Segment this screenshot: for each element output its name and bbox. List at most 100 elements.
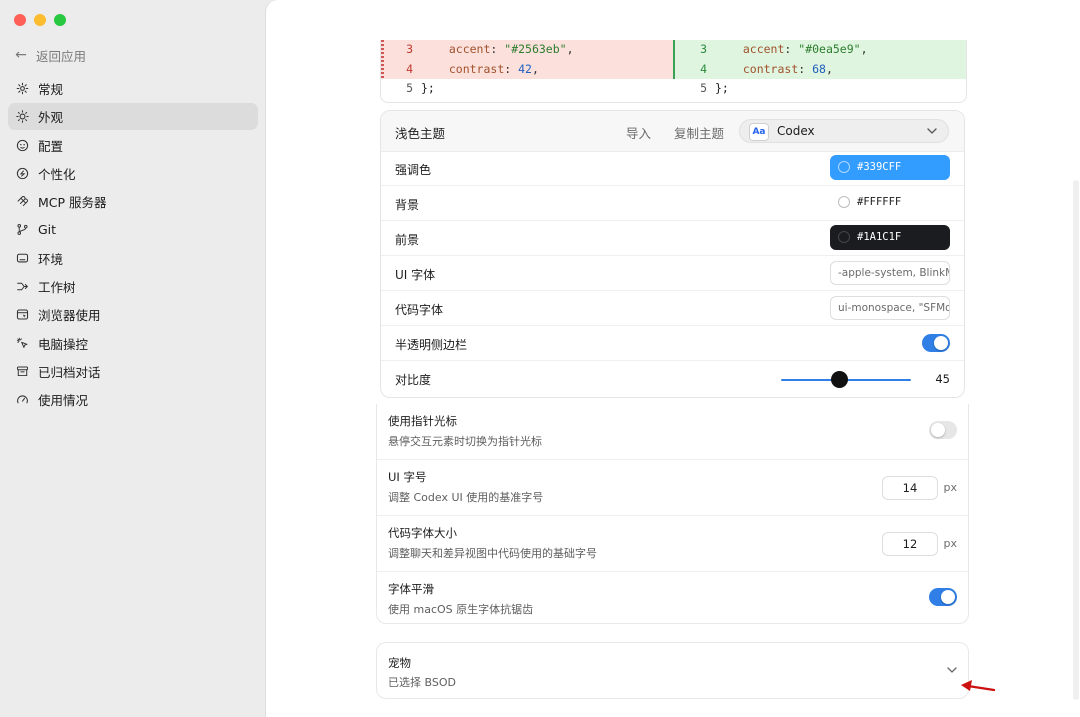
accent-row: 强调色 #339CFF <box>381 151 964 186</box>
ui-size-title: UI 字号 <box>388 470 427 484</box>
accent-value: #339CFF <box>857 161 902 173</box>
sidebar-item-config[interactable]: 配置 <box>8 132 258 159</box>
translucent-sidebar-toggle[interactable] <box>922 334 950 352</box>
chevron-down-icon[interactable] <box>946 664 958 676</box>
accent-color-picker[interactable]: #339CFF <box>830 155 950 180</box>
foreground-label: 前景 <box>395 233 420 247</box>
sidebar-item-label: 环境 <box>38 251 64 267</box>
code-punct: , <box>860 42 868 56</box>
color-swatch <box>838 196 850 208</box>
code-font-label: 代码字体 <box>395 303 444 317</box>
pointer-icon <box>16 337 28 348</box>
chevron-down-icon <box>927 128 937 134</box>
color-swatch <box>838 231 850 243</box>
contrast-slider-thumb[interactable] <box>831 371 848 388</box>
toggle-knob <box>931 423 945 437</box>
line-number: 4 <box>406 61 413 76</box>
sidebar-item-usage[interactable]: 使用情况 <box>8 386 258 413</box>
background-value: #FFFFFF <box>857 196 902 208</box>
sidebar-item-worktree[interactable]: 工作树 <box>8 273 258 300</box>
zoom-window-button[interactable] <box>54 14 66 26</box>
diff-line: 4 contrast: 68, <box>675 59 966 80</box>
sidebar-item-appearance[interactable]: 外观 <box>8 103 258 131</box>
diff-line: 4 contrast: 42, <box>381 59 673 79</box>
foreground-row: 前景 #1A1C1F <box>381 221 964 256</box>
background-row: 背景 #FFFFFF <box>381 186 964 221</box>
sidebar-item-label: 电脑操控 <box>38 336 89 352</box>
code-size-desc: 调整聊天和差异视图中代码使用的基础字号 <box>388 547 597 560</box>
code-font-input[interactable]: ui-monospace, "SFMono-Regular" <box>830 296 950 320</box>
sidebar-item-computer-control[interactable]: 电脑操控 <box>8 330 258 357</box>
sidebar-item-label: 常规 <box>38 82 64 97</box>
diff-line: 5 }; <box>675 79 966 99</box>
theme-badge: Aa <box>749 123 769 141</box>
sidebar-item-label: 使用情况 <box>38 393 89 409</box>
code-value: "#2563eb" <box>504 42 567 56</box>
back-label: 返回应用 <box>36 48 87 64</box>
sidebar-item-label: 已归档对话 <box>38 364 101 380</box>
pointer-cursor-toggle[interactable] <box>929 421 957 439</box>
translucent-sidebar-row: 半透明侧边栏 <box>381 326 964 361</box>
theme-header: 浅色主题 导入 复制主题 Aa Codex <box>381 111 964 152</box>
pointer-cursor-row: 使用指针光标 悬停交互元素时切换为指针光标 <box>377 404 968 460</box>
sidebar-item-personalize[interactable]: 个性化 <box>8 160 258 187</box>
smoothing-desc: 使用 macOS 原生字体抗锯齿 <box>388 603 534 616</box>
sidebar-item-general[interactable]: 常规 <box>8 75 258 102</box>
sidebar-item-mcp[interactable]: MCP 服务器 <box>8 188 258 215</box>
gear-icon <box>16 82 29 95</box>
diff-line: 5 }; <box>381 79 673 99</box>
browser-icon <box>16 309 29 320</box>
pet-setting-card[interactable]: 宠物 已选择 BSOD <box>376 642 969 699</box>
contrast-label: 对比度 <box>395 373 432 387</box>
code-font-row: 代码字体 ui-monospace, "SFMono-Regular" <box>381 291 964 326</box>
import-button[interactable]: 导入 <box>626 123 651 142</box>
code-punct: : <box>504 61 519 76</box>
window-controls <box>14 14 66 26</box>
line-number: 3 <box>700 42 707 56</box>
git-branch-icon <box>17 224 28 236</box>
font-smoothing-row: 字体平滑 使用 macOS 原生字体抗锯齿 <box>377 572 968 624</box>
ui-font-size-input[interactable]: 14 <box>882 476 938 500</box>
sidebar-item-browser[interactable]: 浏览器使用 <box>8 301 258 328</box>
code-punct: , <box>825 61 833 76</box>
theme-select[interactable]: Aa Codex <box>739 119 949 143</box>
foreground-value: #1A1C1F <box>857 231 902 243</box>
foreground-color-picker[interactable]: #1A1C1F <box>830 225 950 250</box>
code-text: accent: "#0ea5e9", <box>715 40 868 60</box>
copy-theme-button[interactable]: 复制主题 <box>674 123 724 142</box>
color-swatch <box>838 161 850 173</box>
sidebar-item-environment[interactable]: 环境 <box>8 245 258 272</box>
sidebar-item-archived[interactable]: 已归档对话 <box>8 358 258 385</box>
line-number: 3 <box>406 42 413 56</box>
code-text: contrast: 68, <box>715 60 833 80</box>
diff-line: 3 accent: "#2563eb", <box>381 40 673 60</box>
ui-size-desc: 调整 Codex UI 使用的基准字号 <box>388 491 544 504</box>
code-text: }; <box>421 81 435 95</box>
sun-icon <box>16 110 29 124</box>
code-key: contrast <box>742 61 799 76</box>
arrow-left-icon: ← <box>15 47 27 63</box>
code-punct: : <box>798 61 813 76</box>
ui-font-row: UI 字体 -apple-system, BlinkMacSystemFont <box>381 256 964 291</box>
scrollbar[interactable] <box>1073 180 1079 700</box>
mcp-icon <box>17 196 28 207</box>
gauge-icon <box>17 395 28 404</box>
ui-font-size-row: UI 字号 调整 Codex UI 使用的基准字号 14 px <box>377 460 968 516</box>
sidebar-item-label: 外观 <box>38 110 64 126</box>
code-font-size-input[interactable]: 12 <box>882 532 938 556</box>
sidebar-item-git[interactable]: Git <box>8 216 258 243</box>
appearance-settings-list: 使用指针光标 悬停交互元素时切换为指针光标 UI 字号 调整 Codex UI … <box>376 404 969 624</box>
minimize-window-button[interactable] <box>34 14 46 26</box>
code-text: }; <box>715 81 729 95</box>
close-window-button[interactable] <box>14 14 26 26</box>
background-color-picker[interactable]: #FFFFFF <box>830 190 950 215</box>
sidebar-item-label: MCP 服务器 <box>38 195 107 211</box>
worktree-icon <box>17 282 28 291</box>
toggle-knob <box>941 590 955 604</box>
ui-font-input[interactable]: -apple-system, BlinkMacSystemFont <box>830 261 950 285</box>
back-to-app-link[interactable]: ← 返回应用 <box>14 46 86 64</box>
font-smoothing-toggle[interactable] <box>929 588 957 606</box>
accent-label: 强调色 <box>395 163 432 177</box>
code-text: accent: "#2563eb", <box>421 40 574 60</box>
sidebar-item-label: 个性化 <box>38 166 76 182</box>
